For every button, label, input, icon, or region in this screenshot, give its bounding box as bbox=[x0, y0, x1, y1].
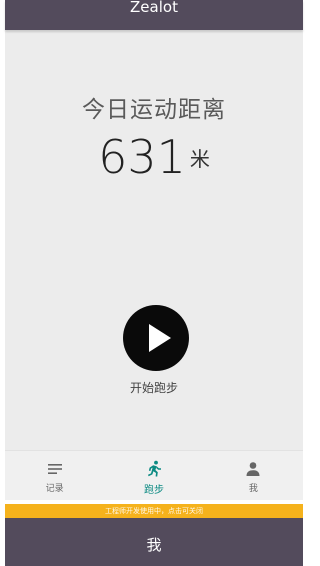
play-icon bbox=[149, 324, 171, 352]
distance-display: 631 米 bbox=[5, 130, 303, 184]
top-app-bar: Zealot bbox=[5, 0, 303, 30]
dev-mode-banner[interactable]: 工程师开发使用中，点击可关闭 bbox=[5, 504, 303, 518]
start-run-button[interactable] bbox=[123, 305, 189, 371]
start-run-label: 开始跑步 bbox=[129, 381, 178, 395]
run-icon bbox=[147, 460, 161, 477]
run-panel: 今日运动距离 631 米 开始跑步 bbox=[5, 30, 303, 450]
page-title-bar: 我 bbox=[5, 518, 303, 566]
tab-me[interactable]: 我 bbox=[204, 451, 303, 500]
tab-run-label: 跑步 bbox=[143, 485, 164, 496]
distance-label: 今日运动距离 bbox=[82, 97, 226, 123]
tab-run[interactable]: 跑步 bbox=[104, 451, 203, 500]
person-icon bbox=[246, 462, 260, 476]
bottom-tab-bar: 记录 跑步 我 bbox=[5, 450, 303, 500]
distance-unit: 米 bbox=[189, 146, 210, 171]
page-title: 我 bbox=[146, 536, 162, 554]
distance-value: 631 bbox=[98, 130, 186, 184]
list-icon bbox=[47, 464, 62, 474]
app-title: Zealot bbox=[130, 0, 178, 16]
app-screen: Zealot 今日运动距离 631 米 开始跑步 记录 跑步 我 工程师开发使用… bbox=[0, 0, 308, 566]
tab-me-label: 我 bbox=[248, 484, 258, 494]
tab-records-label: 记录 bbox=[45, 484, 64, 494]
tab-records[interactable]: 记录 bbox=[5, 451, 104, 500]
dev-mode-banner-text: 工程师开发使用中，点击可关闭 bbox=[105, 507, 203, 515]
